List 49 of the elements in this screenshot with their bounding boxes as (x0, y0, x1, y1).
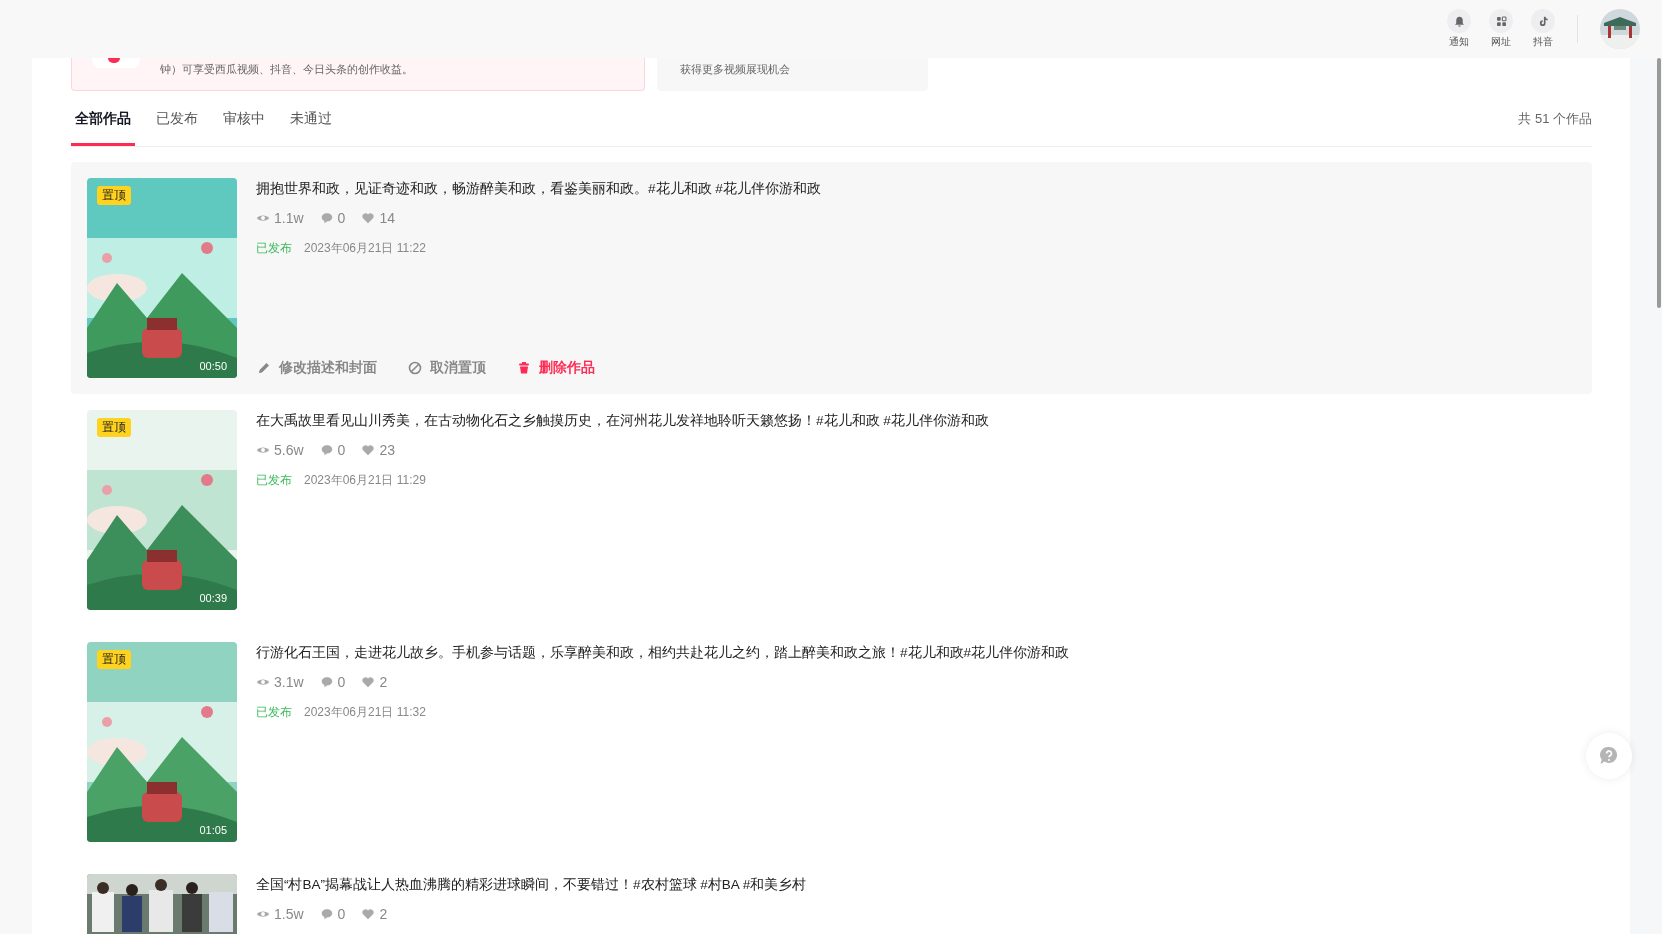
comment-icon (319, 675, 334, 689)
heart-icon (361, 907, 376, 921)
tab[interactable]: 审核中 (219, 92, 269, 146)
view-count: 5.6w (274, 442, 304, 458)
comment-count: 0 (337, 906, 346, 922)
work-title[interactable]: 拥抱世界和政，见证奇迹和政，畅游醉美和政，看鉴美丽和政。#花儿和政 #花儿伴你游和政 (256, 180, 1576, 198)
work-title[interactable]: 在大禹故里看见山川秀美，在古动物化石之乡触摸历史，在河州花儿发祥地聆听天籁悠扬！#花儿和政 #花儿伴你游和政 (256, 412, 1576, 430)
heart-icon (361, 211, 376, 225)
prohibit-icon (407, 360, 423, 376)
video-duration: 01:05 (199, 824, 227, 836)
status-text: 已发布 (256, 472, 292, 489)
pencil-icon (256, 360, 272, 376)
pinned-badge: 置顶 (97, 186, 131, 205)
tab[interactable]: 全部作品 (71, 92, 135, 146)
like-count: 14 (379, 210, 395, 226)
like-count: 23 (379, 442, 395, 458)
banner-text: 获得更多视频展现机会 (680, 63, 790, 75)
like-count: 2 (379, 906, 388, 922)
publish-time: 2023年06月21日 11:32 (304, 704, 426, 721)
comment-icon (319, 211, 334, 225)
comment-count: 0 (337, 674, 346, 690)
comment-icon (319, 443, 334, 457)
comment-count: 0 (337, 210, 346, 226)
trash-icon (516, 360, 532, 376)
pinned-badge: 置顶 (97, 650, 131, 669)
tab[interactable]: 已发布 (152, 92, 202, 146)
video-duration: 00:39 (199, 592, 227, 604)
scrollbar[interactable] (1657, 58, 1661, 308)
publish-time: 2023年06月21日 11:29 (304, 472, 426, 489)
comment-icon (319, 907, 334, 921)
view-count: 1.5w (274, 906, 304, 922)
publish-time: 2023年06月21日 11:22 (304, 240, 426, 257)
view-count: 3.1w (274, 674, 304, 690)
like-count: 2 (379, 674, 388, 690)
video-duration: 00:50 (199, 360, 227, 372)
heart-icon (361, 675, 376, 689)
banner-text: 钟）可享受西瓜视频、抖音、今日头条的创作收益。 (160, 63, 413, 75)
status-text: 已发布 (256, 240, 292, 257)
tab[interactable]: 未通过 (286, 92, 336, 146)
comment-count: 0 (337, 442, 346, 458)
grid-icon (1494, 14, 1508, 28)
work-title[interactable]: 全国“村BA”揭幕战让人热血沸腾的精彩进球瞬间，不要错过！#农村篮球 #村BA #和美乡村 (256, 876, 1576, 894)
bell-icon (1452, 14, 1466, 28)
view-count: 1.1w (274, 210, 304, 226)
works-count: 共 51 个作品 (1518, 110, 1592, 128)
status-text: 已发布 (256, 704, 292, 721)
heart-icon (361, 443, 376, 457)
pinned-badge: 置顶 (97, 418, 131, 437)
work-title[interactable]: 行游化石王国，走进花儿故乡。手机参与话题，乐享醉美和政，相约共赴花儿之约，踏上醉美和政之旅！#花儿和政#花儿伴你游和政 (256, 644, 1576, 662)
